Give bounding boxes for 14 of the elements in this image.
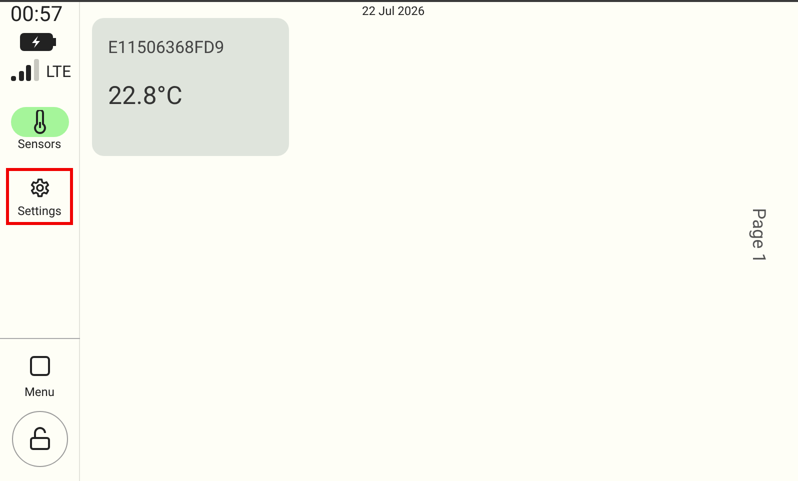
nav-item[interactable]: Settings xyxy=(6,168,73,225)
temperature-reading: 22.8°C xyxy=(108,80,182,112)
signal-icon xyxy=(10,58,40,82)
clock-time: 00:57 xyxy=(10,5,63,26)
lock-button[interactable] xyxy=(12,411,68,467)
thermometer-icon xyxy=(32,110,46,134)
square-icon xyxy=(28,355,50,377)
sensor-id: E11506368FD9 xyxy=(108,37,224,60)
network-label: LTE xyxy=(46,64,72,80)
nav-item[interactable]: Sensors xyxy=(6,101,73,158)
sensor-card[interactable]: E11506368FD9 22.8°C xyxy=(92,18,289,156)
date-label: 22 Jul 2026 xyxy=(362,3,425,20)
page-indicator: Page 1 xyxy=(747,208,770,264)
menu-button[interactable]: Menu xyxy=(24,355,55,401)
